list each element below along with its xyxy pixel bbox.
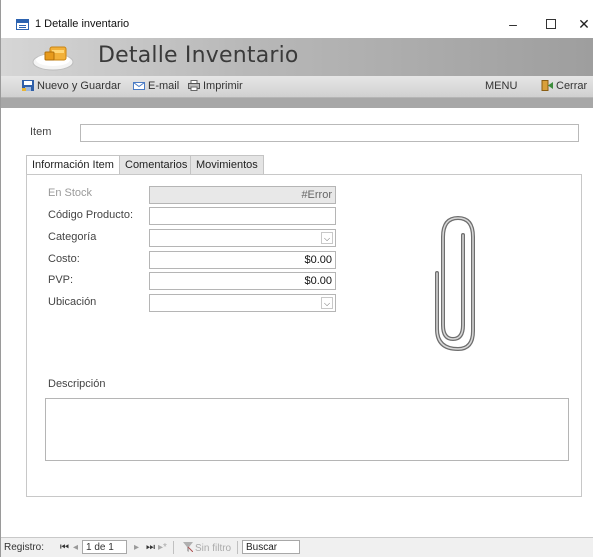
cost-label: Costo: <box>48 253 80 265</box>
next-record-button[interactable]: ▸ <box>134 542 139 553</box>
chevron-down-icon[interactable]: ⌵ <box>321 232 333 244</box>
header-divider <box>1 98 593 108</box>
current-record-field[interactable]: 1 de 1 <box>82 540 127 554</box>
paperclip-icon[interactable] <box>433 213 483 353</box>
minimize-button[interactable]: – <box>498 14 528 34</box>
divider <box>237 541 238 554</box>
tab-comentarios[interactable]: Comentarios <box>119 155 194 175</box>
maximize-button[interactable] <box>536 14 566 34</box>
chevron-down-icon[interactable]: ⌵ <box>321 297 333 309</box>
record-label: Registro: <box>4 542 45 553</box>
maximize-icon <box>546 19 556 29</box>
form-window: 1 Detalle inventario – ✕ Detalle Inventa… <box>0 0 593 557</box>
price-label: PVP: <box>48 274 74 286</box>
category-label: Categoría <box>48 231 97 243</box>
stock-field: #Error <box>149 186 336 204</box>
email-button[interactable]: E-mail <box>133 80 179 92</box>
price-field[interactable]: $0.00 <box>149 272 336 290</box>
print-button[interactable]: Imprimir <box>188 80 243 92</box>
product-code-label: Código Producto: <box>48 209 133 221</box>
product-code-field[interactable] <box>149 207 336 225</box>
divider <box>173 541 174 554</box>
close-form-label: Cerrar <box>556 80 588 92</box>
first-record-button[interactable]: ⏮ <box>60 542 69 553</box>
inventory-logo-icon <box>32 46 74 71</box>
category-combobox[interactable]: ⌵ <box>149 229 336 247</box>
form-toolbar: Nuevo y Guardar E-mail Imprimir MENU Cer… <box>1 76 593 98</box>
form-header: Detalle Inventario <box>1 38 593 76</box>
record-navigation-bar: Registro: ⏮ ◂ 1 de 1 ▸ ⏭ ▸* Sin filtro B… <box>1 537 593 557</box>
title-bar: 1 Detalle inventario – ✕ <box>1 8 593 38</box>
stock-label: En Stock <box>48 187 93 199</box>
last-record-button[interactable]: ⏭ <box>146 542 155 553</box>
item-field[interactable] <box>80 124 579 142</box>
printer-icon <box>188 80 200 91</box>
close-form-button[interactable]: Cerrar <box>541 80 587 92</box>
new-and-save-label: Nuevo y Guardar <box>37 80 121 92</box>
location-combobox[interactable]: ⌵ <box>149 294 336 312</box>
tab-informacion-item[interactable]: Información Item <box>26 155 120 176</box>
description-label: Descripción <box>48 378 106 390</box>
save-icon <box>22 80 34 91</box>
funnel-icon <box>183 542 194 553</box>
item-label: Item <box>30 126 52 138</box>
search-field[interactable]: Buscar <box>242 540 300 554</box>
menu-button[interactable]: MENU <box>485 80 517 92</box>
new-record-button[interactable]: ▸* <box>158 542 167 553</box>
exit-door-icon <box>541 80 553 91</box>
filter-status[interactable]: Sin filtro <box>183 542 231 554</box>
filter-label: Sin filtro <box>195 543 232 554</box>
window-title: 1 Detalle inventario <box>35 18 130 30</box>
email-icon <box>133 82 145 90</box>
previous-record-button[interactable]: ◂ <box>73 542 78 553</box>
close-window-button[interactable]: ✕ <box>569 14 593 34</box>
print-label: Imprimir <box>203 80 243 92</box>
location-label: Ubicación <box>48 296 97 308</box>
new-and-save-button[interactable]: Nuevo y Guardar <box>22 80 121 92</box>
form-title: Detalle Inventario <box>98 43 299 68</box>
form-icon <box>16 19 29 30</box>
cost-field[interactable]: $0.00 <box>149 251 336 269</box>
description-field[interactable] <box>45 398 569 461</box>
email-label: E-mail <box>148 80 180 92</box>
tab-movimientos[interactable]: Movimientos <box>190 155 264 175</box>
